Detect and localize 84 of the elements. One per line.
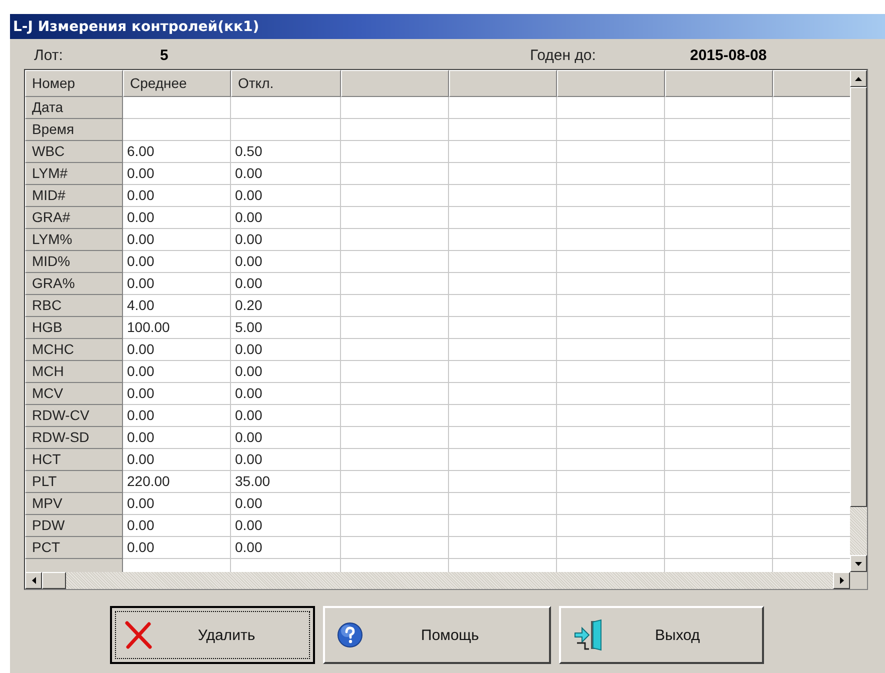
row-header: RDW-CV: [25, 405, 123, 427]
table-cell: 0.00: [231, 251, 341, 273]
scroll-right-button[interactable]: [833, 572, 850, 589]
row-header: RBC: [25, 295, 123, 317]
table-cell: 0.00: [123, 515, 231, 537]
row-header: Время: [25, 119, 123, 141]
row-header: PCT: [25, 537, 123, 559]
table-cell: 0.00: [123, 537, 231, 559]
row-header: MCH: [25, 361, 123, 383]
table-cell: 0.00: [231, 427, 341, 449]
table-cell: 0.00: [123, 163, 231, 185]
table-cell: 0.00: [123, 251, 231, 273]
table-cell: 0.00: [231, 339, 341, 361]
left-arrow-icon: [32, 577, 36, 584]
row-header: PDW: [25, 515, 123, 537]
row-header: MID#: [25, 185, 123, 207]
delete-button[interactable]: Удалить: [110, 606, 315, 664]
table-cell: 0.20: [231, 295, 341, 317]
scroll-down-button[interactable]: [850, 555, 867, 572]
table-cell: 0.00: [123, 493, 231, 515]
column-header: Среднее: [123, 70, 231, 97]
right-arrow-icon: [840, 577, 844, 584]
row-header: MID%: [25, 251, 123, 273]
row-header: MCV: [25, 383, 123, 405]
scroll-up-button[interactable]: [850, 70, 867, 87]
table-cell: 0.00: [231, 383, 341, 405]
lot-value: 5: [160, 47, 168, 64]
table-cell: 4.00: [123, 295, 231, 317]
table-cell: 0.00: [231, 273, 341, 295]
table-cell: 0.00: [231, 229, 341, 251]
table-cell: 0.00: [123, 185, 231, 207]
row-header: RDW-SD: [25, 427, 123, 449]
expiry-label: Годен до:: [530, 47, 596, 64]
table-cell: 0.00: [231, 207, 341, 229]
row-header: GRA#: [25, 207, 123, 229]
table-cell: 0.00: [231, 449, 341, 471]
row-header: Дата: [25, 97, 123, 119]
table-cell: 220.00: [123, 471, 231, 493]
table-cell: 0.00: [231, 185, 341, 207]
table-cell: 0.00: [123, 383, 231, 405]
row-header: MPV: [25, 493, 123, 515]
row-header: HCT: [25, 449, 123, 471]
help-icon: [337, 622, 363, 648]
expiry-value: 2015-08-08: [690, 47, 767, 64]
table-cell: 0.00: [231, 515, 341, 537]
table-cell: 0.00: [123, 405, 231, 427]
row-header: MCHC: [25, 339, 123, 361]
row-header: HGB: [25, 317, 123, 339]
exit-button[interactable]: Выход: [559, 606, 764, 664]
scroll-thumb[interactable]: [42, 572, 66, 589]
table-cell: 5.00: [231, 317, 341, 339]
row-header: WBC: [25, 141, 123, 163]
row-header: PLT: [25, 471, 123, 493]
table-cell: 0.00: [231, 537, 341, 559]
table-cell: 0.00: [231, 361, 341, 383]
column-header: Номер: [25, 70, 123, 97]
table-cell: 35.00: [231, 471, 341, 493]
lot-label: Лот:: [34, 47, 63, 64]
horizontal-scrollbar[interactable]: [25, 572, 867, 589]
up-arrow-icon: [855, 76, 862, 80]
table-cell: 0.00: [123, 449, 231, 471]
down-arrow-icon: [855, 562, 862, 566]
row-header: LYM#: [25, 163, 123, 185]
row-header: LYM%: [25, 229, 123, 251]
table-cell: 100.00: [123, 317, 231, 339]
table-cell: 0.00: [123, 339, 231, 361]
table-cell: 0.00: [123, 273, 231, 295]
row-header: GRA%: [25, 273, 123, 295]
table-cell: 0.00: [123, 427, 231, 449]
table-cell: 0.00: [231, 163, 341, 185]
window-title: L-J Измерения контролей(кк1): [13, 18, 260, 34]
scroll-left-button[interactable]: [25, 572, 42, 589]
cross-icon: [124, 621, 152, 649]
table-cell: 0.00: [231, 405, 341, 427]
scroll-thumb[interactable]: [850, 87, 867, 507]
table-cell: 6.00: [123, 141, 231, 163]
table-cell: 0.50: [231, 141, 341, 163]
table-cell: 0.00: [123, 361, 231, 383]
column-header: Откл.: [231, 70, 341, 97]
table-cell: 0.00: [123, 207, 231, 229]
help-button[interactable]: Помощь: [323, 606, 551, 664]
table-cell: 0.00: [231, 493, 341, 515]
vertical-scrollbar[interactable]: [850, 70, 867, 572]
table-cell: 0.00: [123, 229, 231, 251]
